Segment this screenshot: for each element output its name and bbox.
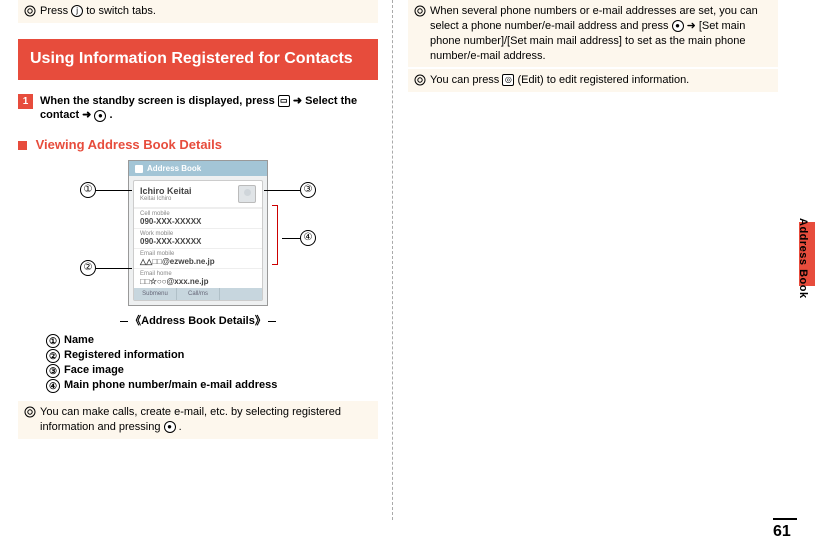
legend-item-4: ④Main phone number/main e-mail address [46,379,378,391]
note-make-calls: You can make calls, create e-mail, etc. … [18,401,378,439]
step-1-text: When the standby screen is displayed, pr… [40,95,357,122]
note-switch-tabs: Press j to switch tabs. [18,0,378,23]
page-number-bar [773,518,797,520]
key-center: ● [94,110,106,122]
note2-b: (Edit) to edit registered information. [517,74,689,86]
phone-mock: Address Book Ichiro Keitai Keitai Ichiro… [128,160,268,306]
note-bullet-icon [24,406,36,423]
note-edit: You can press ◎ (Edit) to edit registere… [408,69,778,92]
callout-3: ③ [300,182,316,198]
note-bullet-icon [24,5,36,22]
section-header-using-info: Using Information Registered for Contact… [18,39,378,80]
phone-reading: Keitai Ichiro [140,196,192,202]
key-center-3: ● [672,20,684,32]
f4-value: □□☆○○@xxx.ne.jp [140,277,256,286]
note-set-main: When several phone numbers or e-mail add… [408,0,778,67]
step1-prefix: When the standby screen is displayed, pr… [40,95,278,107]
legend-item-2: ②Registered information [46,349,378,361]
sub-heading-text: Viewing Address Book Details [36,137,222,152]
phone-title: Address Book [129,161,267,176]
step-1: 1 When the standby screen is displayed, … [18,94,378,124]
phone-btn-submenu: Submenu [134,288,177,300]
key-edit: ◎ [502,74,514,86]
step1-end: . [110,109,113,121]
f1-value: 090-XXX-XXXXX [140,217,256,226]
f2-value: 090-XXX-XXXXX [140,237,256,246]
note-bottom-a: You can make calls, create e-mail, etc. … [40,406,341,433]
f3-value: △△□□@ezweb.ne.jp [140,257,256,266]
diagram-legend: ①Name ②Registered information ③Face imag… [18,334,378,391]
manual-page: Press j to switch tabs. Using Informatio… [0,0,815,551]
callout-1-line [96,190,132,191]
phone-name: Ichiro Keitai [140,186,192,196]
note-text-tail: to switch tabs. [86,5,156,17]
face-image [238,185,256,203]
page-number: 61 [773,518,797,541]
red-square-icon [18,141,27,150]
note-bottom-b: . [179,421,182,433]
phone-name-row: Ichiro Keitai Keitai Ichiro [134,181,262,208]
step-number: 1 [18,94,33,109]
legend-item-1: ①Name [46,334,378,346]
legend-2-text: Registered information [64,349,184,361]
callout-2: ② [80,260,96,276]
sub-heading-viewing-details: Viewing Address Book Details [18,137,378,152]
legend-4-text: Main phone number/main e-mail address [64,379,277,391]
page-number-text: 61 [773,523,791,540]
note2-a: You can press [430,74,502,86]
callout-4: ④ [300,230,316,246]
callout-4-bracket [272,205,278,265]
callout-4-line [282,238,300,239]
diagram-caption-text: 《Address Book Details》 [130,315,266,327]
key-contacts: ▭ [278,95,290,107]
phone-title-text: Address Book [147,164,201,173]
column-divider [392,0,393,520]
phone-btn-blank [220,288,262,300]
callout-2-line [96,268,132,269]
legend-1-text: Name [64,334,94,346]
phone-card: Ichiro Keitai Keitai Ichiro Cell mobile … [133,180,263,301]
left-column: Press j to switch tabs. Using Informatio… [18,0,378,441]
phone-field-4: Email home □□☆○○@xxx.ne.jp [134,268,262,288]
key-j: j [71,5,83,17]
phone-field-1: Cell mobile 090-XXX-XXXXX [134,208,262,228]
key-center-2: ● [164,421,176,433]
legend-3-text: Face image [64,364,124,376]
phone-diagram: Address Book Ichiro Keitai Keitai Ichiro… [78,160,318,306]
callout-3-line [264,190,300,191]
chapter-tab-label: Address Book [797,218,809,299]
diagram-caption: 《Address Book Details》 [18,312,378,328]
phone-field-3: Email mobile △△□□@ezweb.ne.jp [134,248,262,268]
phone-field-2: Work mobile 090-XXX-XXXXX [134,228,262,248]
note-text: Press [40,5,71,17]
right-column: When several phone numbers or e-mail add… [408,0,778,94]
phone-title-icon [135,165,143,173]
note-bullet-icon [414,74,426,91]
note-bullet-icon [414,5,426,22]
callout-1: ① [80,182,96,198]
phone-btn-call: Call/ms [177,288,220,300]
legend-item-3: ③Face image [46,364,378,376]
phone-bottom-bar: Submenu Call/ms [134,288,262,300]
